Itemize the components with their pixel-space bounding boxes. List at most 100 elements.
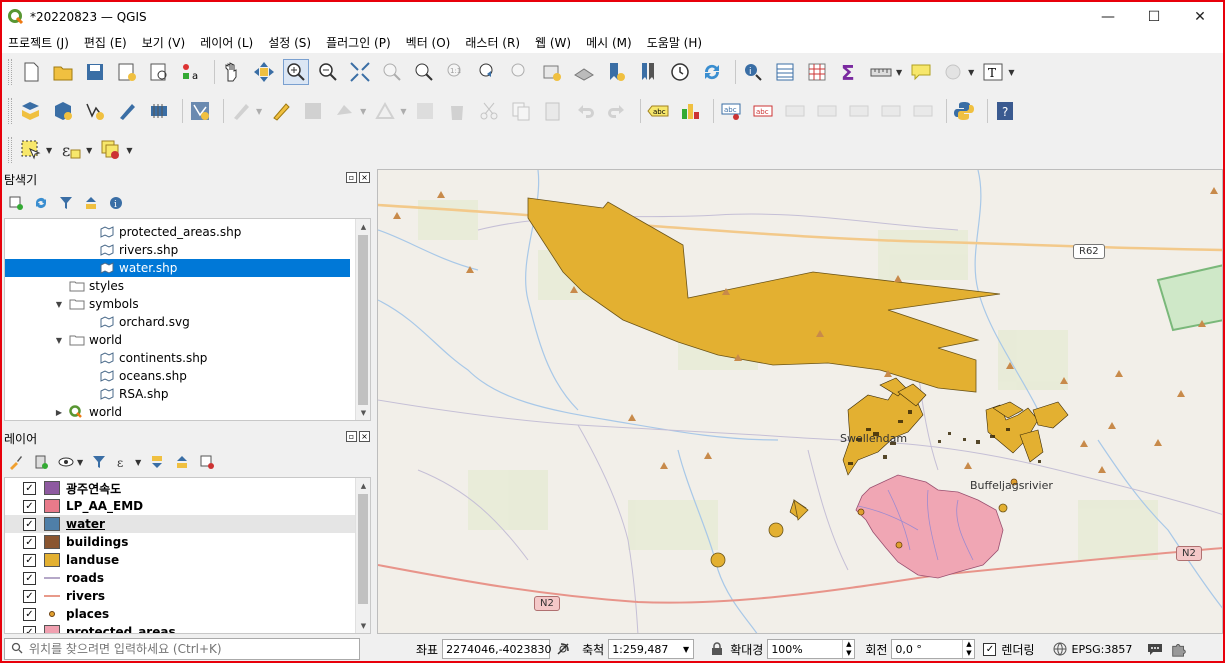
cut-features-icon[interactable]: [476, 98, 502, 124]
deselect-dropdown-icon[interactable]: ▼: [126, 146, 132, 155]
new-virtual-layer-icon[interactable]: [146, 98, 172, 124]
lock-scale-icon[interactable]: [708, 640, 726, 658]
expanded-arrow-icon[interactable]: ▼: [53, 300, 65, 309]
new-map-view-icon[interactable]: [539, 59, 565, 85]
menu-view[interactable]: 보기 (V): [142, 34, 185, 51]
close-panel-button[interactable]: ×: [359, 431, 370, 442]
scroll-down-icon[interactable]: ▼: [356, 405, 370, 420]
new-geopackage-icon[interactable]: [50, 98, 76, 124]
layer-item[interactable]: ✓ landuse: [5, 551, 357, 569]
collapse-all-layers-icon[interactable]: [172, 452, 192, 472]
layer-visibility-checkbox[interactable]: ✓: [23, 499, 36, 513]
menu-layer[interactable]: 레이어 (L): [200, 34, 253, 51]
pin-unpin-labels-icon[interactable]: abc: [750, 98, 776, 124]
browser-item[interactable]: ▶ world: [5, 403, 350, 420]
toolbar-handle[interactable]: [8, 98, 12, 124]
select-features-icon[interactable]: [18, 137, 44, 163]
scale-combobox[interactable]: 1:259,487 ▼: [608, 639, 695, 659]
layer-item[interactable]: ✓ LP_AA_EMD: [5, 497, 357, 515]
layer-visibility-checkbox[interactable]: ✓: [23, 517, 36, 531]
locator-bar[interactable]: [4, 638, 360, 660]
browser-item[interactable]: rivers.shp: [5, 241, 350, 259]
filter-browser-icon[interactable]: [56, 193, 76, 213]
rotate-label-icon[interactable]: [846, 98, 872, 124]
undo-icon[interactable]: [572, 98, 598, 124]
browser-item[interactable]: oceans.shp: [5, 367, 350, 385]
filter-legend-icon[interactable]: [89, 452, 109, 472]
style-manager-icon[interactable]: a: [178, 59, 204, 85]
layer-item[interactable]: ✓ buildings: [5, 533, 357, 551]
browser-scrollbar[interactable]: ▲ ▼: [355, 219, 370, 420]
layers-scrollbar[interactable]: ▲ ▼: [355, 478, 370, 633]
browser-item[interactable]: orchard.svg: [5, 313, 350, 331]
new-project-icon[interactable]: [18, 59, 44, 85]
select-by-expression-dropdown-icon[interactable]: ▼: [86, 146, 92, 155]
text-annotation-icon[interactable]: T: [980, 59, 1006, 85]
crs-value[interactable]: EPSG:3857: [1072, 643, 1133, 656]
menu-raster[interactable]: 래스터 (R): [465, 34, 520, 51]
menu-vector[interactable]: 벡터 (O): [406, 34, 451, 51]
current-edits-dropdown-icon[interactable]: ▼: [256, 107, 262, 116]
save-project-icon[interactable]: [82, 59, 108, 85]
current-edits-icon[interactable]: [228, 98, 254, 124]
layer-styling-icon[interactable]: [6, 452, 26, 472]
remove-layer-icon[interactable]: [197, 452, 217, 472]
add-feature-icon[interactable]: [332, 98, 358, 124]
temporal-controller-icon[interactable]: [667, 59, 693, 85]
close-button[interactable]: ✕: [1177, 2, 1223, 31]
map-themes-dropdown-icon[interactable]: ▼: [77, 458, 83, 467]
magnifier-spin-arrows-icon[interactable]: ▲ ▼: [842, 640, 854, 658]
zoom-to-selection-icon[interactable]: [379, 59, 405, 85]
layer-visibility-checkbox[interactable]: ✓: [23, 481, 36, 495]
menu-mesh[interactable]: 메시 (M): [586, 34, 632, 51]
collapse-all-icon[interactable]: [81, 193, 101, 213]
minimize-button[interactable]: —: [1085, 2, 1131, 31]
show-bookmarks-icon[interactable]: [635, 59, 661, 85]
float-panel-button[interactable]: ▫: [346, 431, 357, 442]
redo-icon[interactable]: [604, 98, 630, 124]
refresh-icon[interactable]: [699, 59, 725, 85]
scroll-thumb[interactable]: [358, 235, 368, 405]
menu-edit[interactable]: 편집 (E): [84, 34, 127, 51]
close-panel-button[interactable]: ×: [359, 172, 370, 183]
change-label-icon[interactable]: [878, 98, 904, 124]
scroll-down-icon[interactable]: ▼: [356, 618, 370, 633]
select-by-expression-icon[interactable]: ε: [58, 137, 84, 163]
layer-item[interactable]: ✓ rivers: [5, 587, 357, 605]
show-hide-labels-icon[interactable]: [782, 98, 808, 124]
expanded-arrow-icon[interactable]: ▼: [53, 336, 65, 345]
zoom-out-icon[interactable]: [315, 59, 341, 85]
open-project-icon[interactable]: [50, 59, 76, 85]
layer-item[interactable]: ✓ protected_areas: [5, 623, 357, 633]
layout-manager-icon[interactable]: [146, 59, 172, 85]
copy-features-icon[interactable]: [508, 98, 534, 124]
field-calculator-icon[interactable]: Σ: [836, 59, 862, 85]
vertex-tool-icon[interactable]: [372, 98, 398, 124]
scale-dropdown-icon[interactable]: ▼: [683, 645, 693, 654]
crs-globe-icon[interactable]: [1051, 640, 1069, 658]
menu-settings[interactable]: 설정 (S): [268, 34, 311, 51]
zoom-next-icon[interactable]: [507, 59, 533, 85]
messages-icon[interactable]: [1146, 640, 1164, 658]
save-layer-edits-icon[interactable]: [300, 98, 326, 124]
coordinate-field[interactable]: 2274046,-4023830: [442, 639, 552, 659]
layer-visibility-checkbox[interactable]: ✓: [23, 571, 36, 585]
expand-all-icon[interactable]: [147, 452, 167, 472]
filter-expression-dropdown-icon[interactable]: ▼: [135, 458, 141, 467]
layer-item[interactable]: ✓ 광주연속도: [5, 479, 357, 497]
attribute-table-icon[interactable]: [772, 59, 798, 85]
filter-by-expression-icon[interactable]: ε: [114, 452, 134, 472]
render-checkbox[interactable]: ✓: [983, 642, 997, 656]
rotation-spinbox[interactable]: 0,0 ° ▲ ▼: [891, 639, 976, 659]
measure-icon[interactable]: [868, 59, 894, 85]
manage-map-themes-icon[interactable]: [56, 452, 76, 472]
measure-dropdown-icon[interactable]: ▼: [896, 68, 902, 77]
zoom-full-icon[interactable]: [347, 59, 373, 85]
zoom-last-icon[interactable]: [475, 59, 501, 85]
layer-visibility-checkbox[interactable]: ✓: [23, 625, 36, 633]
highlight-pinned-labels-icon[interactable]: abc: [718, 98, 744, 124]
menu-plugins[interactable]: 플러그인 (P): [326, 34, 391, 51]
menu-project[interactable]: 프로젝트 (J): [8, 34, 69, 51]
layer-visibility-checkbox[interactable]: ✓: [23, 553, 36, 567]
browser-item[interactable]: styles: [5, 277, 350, 295]
